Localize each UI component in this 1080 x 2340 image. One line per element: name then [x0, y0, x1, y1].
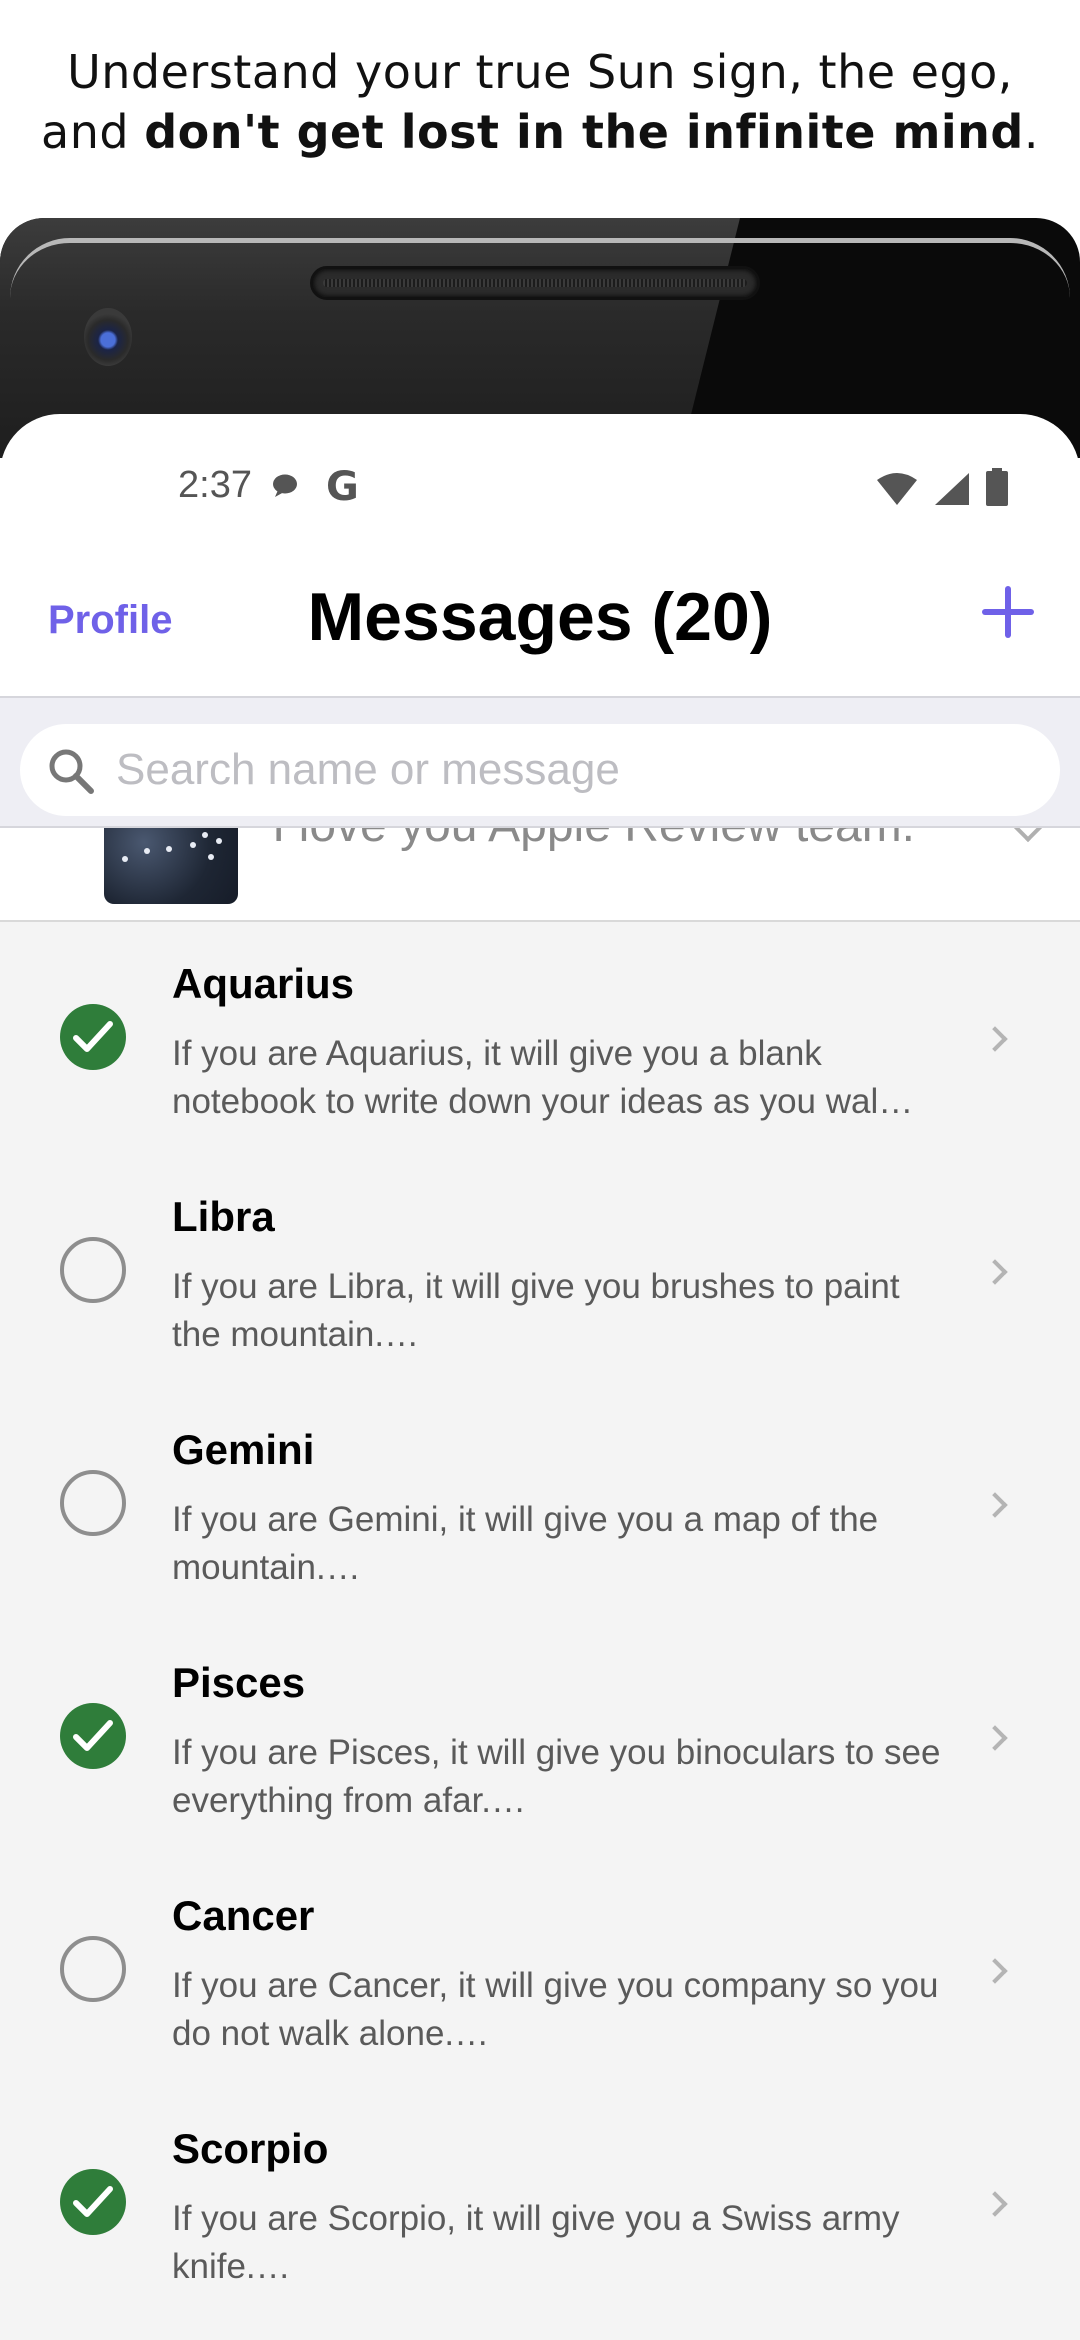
chevron-right-icon	[982, 1958, 1008, 1984]
search-box[interactable]	[20, 724, 1060, 816]
list-item-preview: If you are Libra, it will give you brush…	[172, 1267, 900, 1354]
promo-header: Understand your true Sun sign, the ego, …	[0, 0, 1080, 220]
partial-list-item[interactable]: I love you Apple Review team.	[0, 828, 1080, 922]
phone-screen: 2:37 G Profile Messages (20) I	[0, 414, 1080, 2340]
list-item-title: Libra	[172, 1193, 275, 1240]
status-icons	[876, 468, 1008, 506]
front-camera-icon	[84, 308, 132, 366]
chevron-right-icon	[982, 1026, 1008, 1052]
list-item-title: Scorpio	[172, 2125, 329, 2172]
plus-icon[interactable]	[980, 584, 1036, 640]
promo-line-2-suffix: .	[1023, 105, 1039, 159]
list-item-title: Cancer	[172, 1892, 315, 1939]
cell-signal-icon	[935, 473, 969, 505]
page-title: Messages (20)	[307, 579, 773, 655]
chevron-right-icon	[982, 1492, 1008, 1518]
search-area	[0, 696, 1080, 828]
list-item-preview: I love you Apple Review team.	[272, 828, 915, 853]
search-input[interactable]	[116, 724, 1016, 816]
check-circle-icon[interactable]	[60, 2169, 126, 2235]
google-icon: G	[326, 464, 359, 510]
list-item-preview: If you are Gemini, it will give you a ma…	[172, 1500, 879, 1587]
empty-circle-icon[interactable]	[60, 1237, 126, 1303]
promo-line-2: and don't get lost in the infinite mind.	[0, 102, 1080, 162]
list-item[interactable]: Cancer If you are Cancer, it will give y…	[0, 1854, 1080, 2087]
check-circle-icon[interactable]	[60, 1703, 126, 1769]
chevron-right-icon	[982, 1259, 1008, 1285]
check-circle-icon[interactable]	[60, 1004, 126, 1070]
empty-circle-icon[interactable]	[60, 1470, 126, 1536]
search-icon	[49, 749, 94, 794]
list-item[interactable]: Scorpio If you are Scorpio, it will give…	[0, 2087, 1080, 2320]
nav-bar: Profile Messages (20)	[0, 564, 1080, 698]
list-item-preview: If you are Cancer, it will give you comp…	[172, 1966, 939, 2053]
list-item-title: Gemini	[172, 1426, 315, 1473]
list-item-title: Pisces	[172, 1659, 306, 1706]
message-list: Aquarius If you are Aquarius, it will gi…	[0, 922, 1080, 2340]
list-item[interactable]: Gemini If you are Gemini, it will give y…	[0, 1388, 1080, 1621]
list-item-preview: If you are Pisces, it will give you bino…	[172, 1733, 941, 1820]
list-item-preview: If you are Aquarius, it will give you a …	[172, 1034, 914, 1121]
chevron-right-icon	[982, 2191, 1008, 2217]
speaker-grille	[310, 266, 760, 300]
wifi-icon	[877, 473, 917, 505]
promo-line-2-prefix: and	[41, 105, 145, 159]
list-item-title: Aquarius	[172, 960, 355, 1007]
battery-icon	[986, 468, 1008, 506]
chevron-right-icon	[982, 1725, 1008, 1751]
list-item[interactable]: Aquarius If you are Aquarius, it will gi…	[0, 922, 1080, 1155]
status-time: 2:37	[178, 464, 252, 506]
list-item[interactable]: Pisces If you are Pisces, it will give y…	[0, 1621, 1080, 1854]
list-item-preview: If you are Scorpio, it will give you a S…	[172, 2199, 900, 2286]
promo-line-1: Understand your true Sun sign, the ego,	[67, 45, 1013, 99]
chat-bubble-icon	[273, 474, 297, 497]
list-item[interactable]: Libra If you are Libra, it will give you…	[0, 1155, 1080, 1388]
chevron-down-icon	[1013, 828, 1043, 843]
status-bar: 2:37 G	[0, 414, 1080, 564]
empty-circle-icon[interactable]	[60, 1936, 126, 2002]
promo-line-2-bold: don't get lost in the infinite mind	[144, 105, 1024, 159]
constellation-thumbnail	[104, 828, 238, 904]
